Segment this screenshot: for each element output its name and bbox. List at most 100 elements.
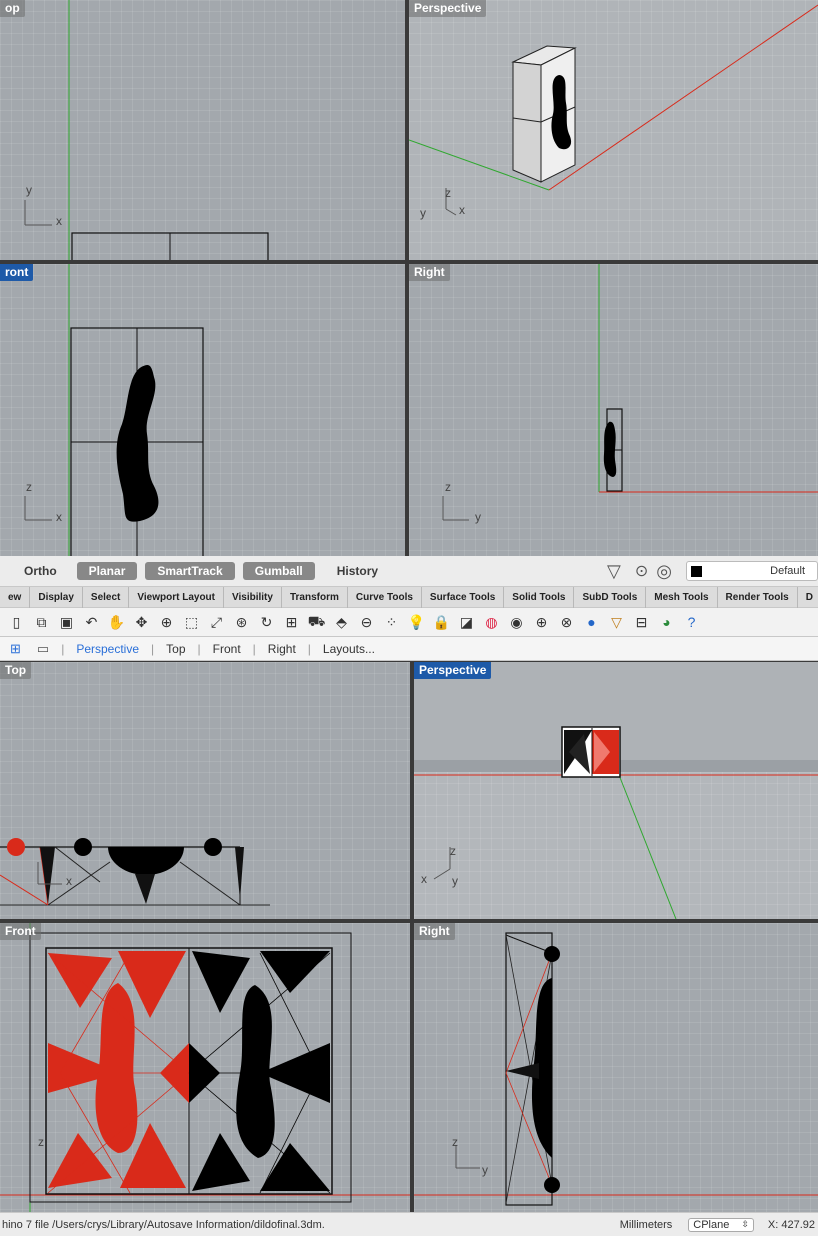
front-viewport-canvas bbox=[0, 923, 410, 1212]
axis-z-label: z bbox=[452, 1135, 458, 1149]
zoom-selected-icon[interactable]: ⊛ bbox=[232, 613, 251, 632]
viewport-right-upper[interactable]: Right z y bbox=[409, 264, 818, 556]
axis-z-label: z bbox=[450, 844, 456, 858]
toolbar-tab[interactable]: D bbox=[798, 587, 818, 608]
toolbar-tab[interactable]: Transform bbox=[282, 586, 348, 608]
toolbar-tab[interactable]: Viewport Layout bbox=[129, 586, 224, 608]
filter-icon[interactable]: ▽ bbox=[607, 561, 621, 582]
single-layout-icon[interactable]: ▭ bbox=[37, 641, 49, 657]
axis-y-label: y bbox=[420, 206, 426, 220]
grid-layout-icon[interactable]: ⊞ bbox=[10, 641, 21, 657]
ortho-toggle[interactable]: Ortho bbox=[0, 564, 67, 578]
viewport-perspective-upper[interactable]: Perspective z y x bbox=[409, 0, 818, 260]
viewport-label[interactable]: ront bbox=[0, 264, 34, 281]
copy-icon[interactable]: ⧉ bbox=[32, 613, 51, 632]
viewport-top-upper[interactable]: op y x bbox=[0, 0, 405, 260]
tab-layouts[interactable]: Layouts... bbox=[311, 642, 387, 656]
new-view-icon[interactable]: ▯ bbox=[7, 613, 26, 632]
axis-x-label: x bbox=[459, 203, 465, 217]
modes-bar: Ortho Planar SmartTrack Gumball History … bbox=[0, 556, 818, 587]
axis-x-label: x bbox=[56, 214, 62, 228]
right-viewport-canvas bbox=[442, 264, 818, 521]
cplane-selector[interactable]: CPlane ⇳ bbox=[688, 1217, 754, 1232]
rotate-view-icon[interactable]: ✥ bbox=[132, 613, 151, 632]
toolbar-tab[interactable]: Display bbox=[30, 586, 83, 608]
tab-front[interactable]: Front bbox=[201, 642, 253, 656]
axis-y-label: y bbox=[452, 874, 458, 888]
lock-icon[interactable]: 🔒 bbox=[432, 613, 451, 632]
axis-y-label: y bbox=[482, 1163, 488, 1177]
status-message: hino 7 file /Users/crys/Library/Autosave… bbox=[2, 1218, 325, 1231]
layer-selector[interactable]: Default bbox=[686, 561, 818, 581]
cplane-label: CPlane bbox=[693, 1218, 730, 1231]
viewport-top-lower[interactable]: Top x bbox=[0, 662, 410, 919]
select-icon[interactable]: ⬘ bbox=[332, 613, 351, 632]
toolbar-tab[interactable]: Solid Tools bbox=[504, 586, 575, 608]
axis-z-label: z bbox=[445, 480, 451, 494]
help-icon[interactable]: ? bbox=[682, 613, 701, 632]
tab-top[interactable]: Top bbox=[154, 642, 197, 656]
viewport-front-upper[interactable]: ront z x bbox=[0, 264, 405, 556]
tab-perspective[interactable]: Perspective bbox=[64, 642, 151, 656]
toolbar-tab[interactable]: SubD Tools bbox=[574, 586, 647, 608]
target-icon[interactable]: ◎ bbox=[656, 561, 672, 582]
viewport-label[interactable]: Top bbox=[0, 662, 32, 679]
car-icon[interactable]: ⛟ bbox=[307, 613, 326, 632]
status-bar: hino 7 file /Users/crys/Library/Autosave… bbox=[0, 1212, 818, 1236]
toolbar-tab[interactable]: Render Tools bbox=[718, 586, 798, 608]
point-icon[interactable]: ⁘ bbox=[382, 613, 401, 632]
axis-z-label: z bbox=[26, 480, 32, 494]
globe-icon[interactable]: ◕ bbox=[657, 613, 676, 632]
render-icon[interactable]: ● bbox=[582, 613, 601, 632]
toolbar-tab[interactable]: Curve Tools bbox=[348, 586, 422, 608]
perspective-viewport-canvas bbox=[414, 662, 818, 919]
toolbar-tabs: ew Display Select Viewport Layout Visibility… bbox=[0, 586, 818, 608]
color-wheel-icon[interactable]: ◍ bbox=[482, 613, 501, 632]
gumball-toggle[interactable]: Gumball bbox=[242, 562, 315, 580]
axis-x-label: x bbox=[421, 872, 427, 886]
layer-color-swatch bbox=[691, 565, 702, 577]
light-icon[interactable]: 💡 bbox=[407, 613, 426, 632]
viewport-label[interactable]: Perspective bbox=[414, 662, 492, 679]
viewport-perspective-lower[interactable]: Perspective z x y bbox=[414, 662, 818, 919]
zoom-icon[interactable]: ⊕ bbox=[157, 613, 176, 632]
layer-icon[interactable]: ◪ bbox=[457, 613, 476, 632]
viewport-label[interactable]: Perspective bbox=[409, 0, 487, 17]
axis-z-label: z bbox=[38, 1135, 44, 1149]
toolbar-tab[interactable]: ew bbox=[0, 586, 31, 608]
axis-z-label: z bbox=[445, 186, 451, 200]
toolbar-tab[interactable]: Visibility bbox=[224, 586, 282, 608]
zoom-window-icon[interactable]: ⬚ bbox=[182, 613, 201, 632]
toolbar-tab[interactable]: Select bbox=[83, 586, 130, 608]
axis-x-label: x bbox=[66, 874, 72, 888]
osnap-icon[interactable]: ⊙ bbox=[635, 561, 648, 581]
four-viewports-icon[interactable]: ⊞ bbox=[282, 613, 301, 632]
history-toggle[interactable]: History bbox=[327, 564, 388, 578]
paste-icon[interactable]: ▣ bbox=[57, 613, 76, 632]
filter-icon[interactable]: ▽ bbox=[607, 613, 626, 632]
tab-right[interactable]: Right bbox=[256, 642, 308, 656]
undo-icon[interactable]: ↶ bbox=[82, 613, 101, 632]
units-label[interactable]: Millimeters bbox=[620, 1219, 673, 1231]
smarttrack-toggle[interactable]: SmartTrack bbox=[145, 562, 235, 580]
zoom-extents-icon[interactable]: ⤢ bbox=[207, 613, 226, 632]
viewport-label[interactable]: Right bbox=[414, 923, 455, 940]
wire-sphere-icon[interactable]: ⊗ bbox=[557, 613, 576, 632]
hierarchy-icon[interactable]: ⊟ bbox=[632, 613, 651, 632]
viewport-label[interactable]: Front bbox=[0, 923, 41, 940]
viewport-front-lower[interactable]: Front z bbox=[0, 923, 410, 1212]
viewport-tabs: ⊞ ▭ | Perspective | Top | Front | Right … bbox=[0, 637, 818, 661]
viewport-right-lower[interactable]: Right z y bbox=[414, 923, 818, 1212]
sphere-icon[interactable]: ⊕ bbox=[532, 613, 551, 632]
plane-icon[interactable]: ⊖ bbox=[357, 613, 376, 632]
chevron-updown-icon: ⇳ bbox=[741, 1219, 749, 1229]
rotate-camera-icon[interactable]: ↻ bbox=[257, 613, 276, 632]
axis-y-label: y bbox=[475, 510, 481, 524]
planar-toggle[interactable]: Planar bbox=[76, 562, 138, 580]
toolbar-tab[interactable]: Mesh Tools bbox=[646, 586, 718, 608]
pan-icon[interactable]: ✋ bbox=[107, 613, 126, 632]
toolbar-tab[interactable]: Surface Tools bbox=[422, 586, 505, 608]
display-icon[interactable]: ◉ bbox=[507, 613, 526, 632]
viewport-label[interactable]: Right bbox=[409, 264, 450, 281]
viewport-label[interactable]: op bbox=[0, 0, 25, 17]
